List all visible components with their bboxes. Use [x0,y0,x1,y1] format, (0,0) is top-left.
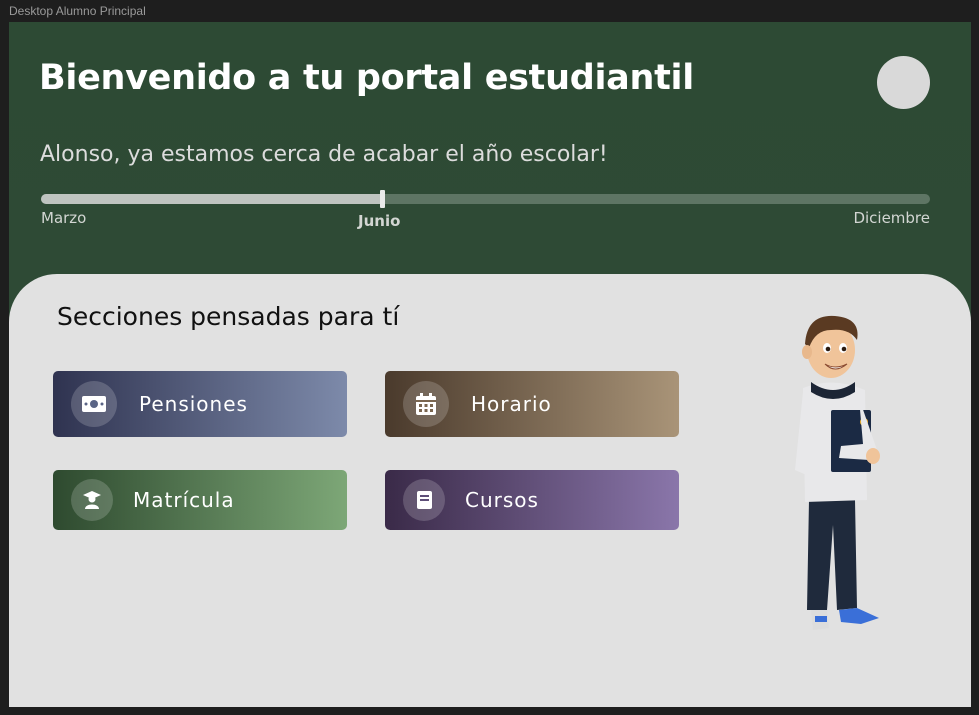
progress-current-marker [380,190,385,208]
student-character-illustration [795,315,880,630]
money-bill-icon [71,381,117,427]
book-icon [403,479,445,521]
frame-label: Desktop Alumno Principal [9,4,146,18]
pensiones-button[interactable]: Pensiones [53,371,347,437]
school-year-progress-fill [41,194,382,204]
horario-label: Horario [471,392,552,416]
pensiones-label: Pensiones [139,392,248,416]
sections-title: Secciones pensadas para tí [57,302,400,331]
calendar-icon [403,381,449,427]
student-portal-frame: Bienvenido a tu portal estudiantil Alons… [9,22,971,707]
matricula-label: Matrícula [133,488,235,512]
page-title: Bienvenido a tu portal estudiantil [39,58,694,98]
matricula-button[interactable]: Matrícula [53,470,347,530]
progress-end-label: Diciembre [853,209,930,227]
sections-panel: Secciones pensadas para tí Pensiones Hor… [9,274,971,707]
welcome-message: Alonso, ya estamos cerca de acabar el añ… [40,142,608,167]
horario-button[interactable]: Horario [385,371,679,437]
cursos-button[interactable]: Cursos [385,470,679,530]
graduate-icon [71,479,113,521]
progress-current-label: Junio [358,212,401,230]
progress-start-label: Marzo [41,209,87,227]
school-year-progress-track [41,190,930,208]
cursos-label: Cursos [465,488,539,512]
avatar[interactable] [877,56,930,109]
